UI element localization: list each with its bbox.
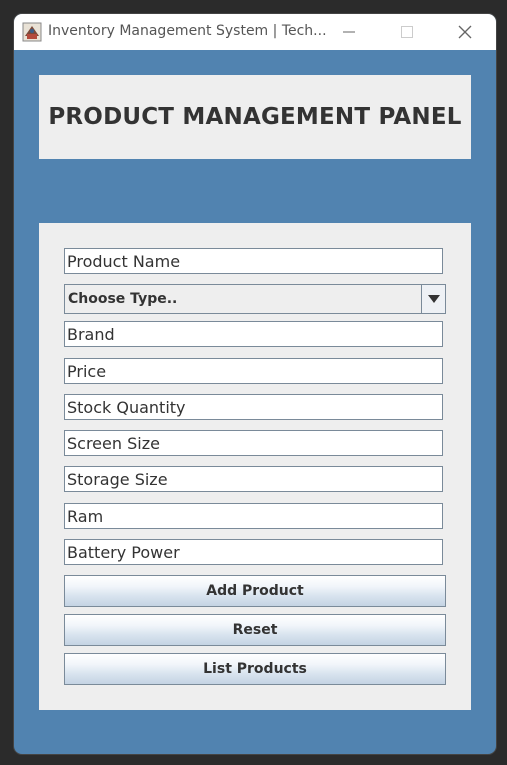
list-products-button[interactable]: List Products	[64, 653, 446, 685]
screen-size-field[interactable]: Screen Size	[64, 430, 443, 456]
maximize-button[interactable]	[378, 14, 436, 50]
page-title: PRODUCT MANAGEMENT PANEL	[48, 104, 462, 130]
reset-button[interactable]: Reset	[64, 614, 446, 646]
price-field[interactable]: Price	[64, 358, 443, 384]
product-type-selected: Choose Type..	[68, 291, 178, 307]
battery-power-field[interactable]: Battery Power	[64, 539, 443, 565]
add-product-button[interactable]: Add Product	[64, 575, 446, 607]
chevron-down-icon[interactable]	[421, 285, 445, 313]
product-name-field[interactable]: Product Name	[64, 248, 443, 274]
stock-quantity-field[interactable]: Stock Quantity	[64, 394, 443, 420]
product-form: Product Name Choose Type.. Brand Price S…	[39, 223, 471, 710]
window-title: Inventory Management System | Tech...	[48, 23, 327, 39]
minimize-icon	[343, 31, 355, 33]
product-type-select[interactable]: Choose Type..	[64, 284, 446, 314]
ram-field[interactable]: Ram	[64, 503, 443, 529]
brand-field[interactable]: Brand	[64, 321, 443, 347]
close-button[interactable]	[436, 14, 494, 50]
minimize-button[interactable]	[320, 14, 378, 50]
header-panel: PRODUCT MANAGEMENT PANEL	[39, 75, 471, 159]
title-bar[interactable]: Inventory Management System | Tech...	[14, 14, 496, 50]
storage-size-field[interactable]: Storage Size	[64, 466, 443, 492]
close-icon	[458, 25, 472, 39]
app-window: Inventory Management System | Tech... PR…	[14, 14, 496, 754]
maximize-icon	[401, 26, 413, 38]
app-icon	[22, 22, 42, 42]
